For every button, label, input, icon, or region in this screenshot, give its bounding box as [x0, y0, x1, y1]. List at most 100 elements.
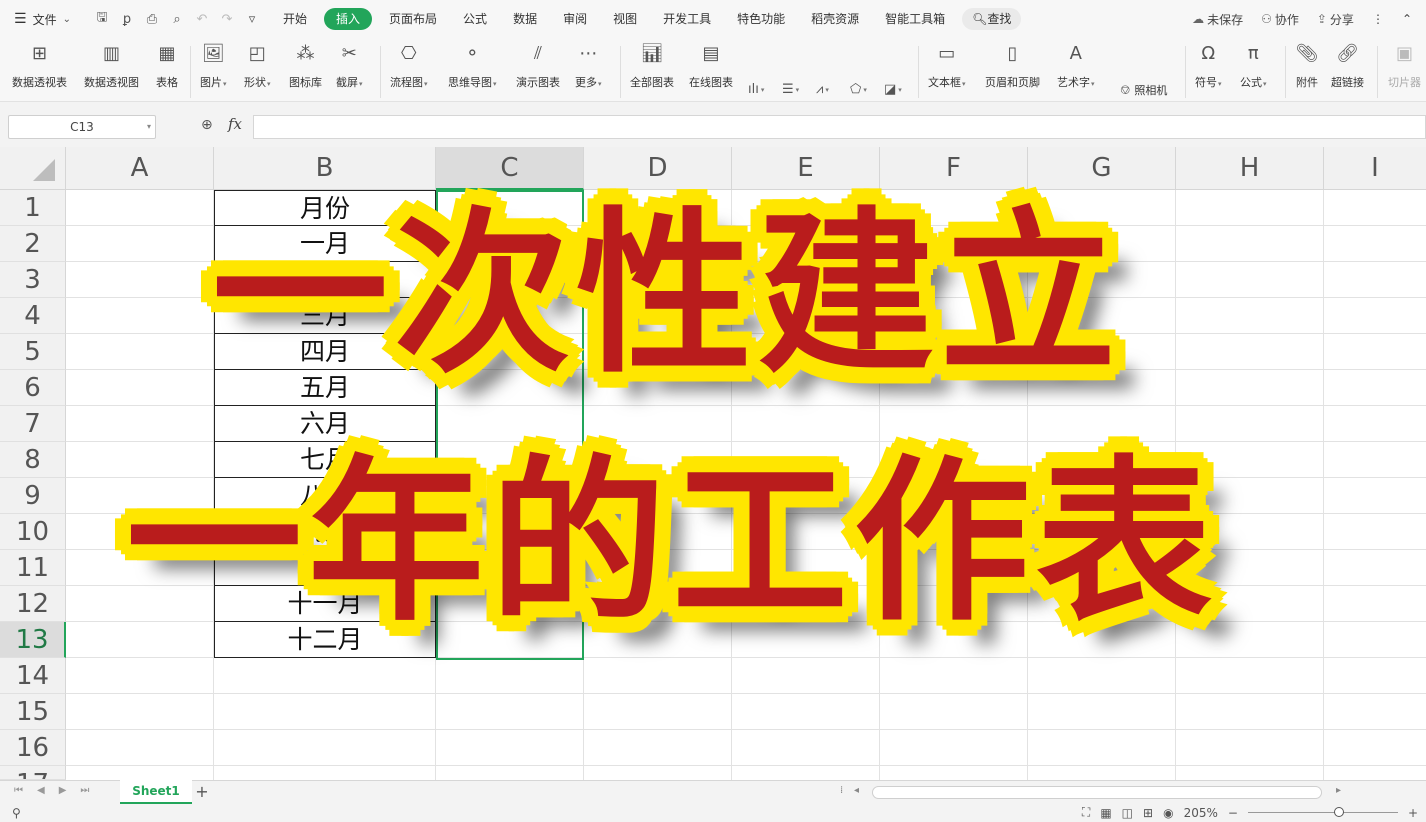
save-icon[interactable]: 🖫	[94, 8, 110, 30]
pivot-table-button[interactable]: ⊞ 数据透视表	[12, 41, 67, 90]
scroll-thumb[interactable]	[872, 786, 1322, 799]
icon-library-button[interactable]: ⁂ 图标库	[289, 41, 322, 90]
row-header-17[interactable]: 17	[0, 766, 66, 780]
row-header-16[interactable]: 16	[0, 730, 66, 766]
file-menu[interactable]: ☰ 文件 ⌄	[0, 11, 82, 28]
row-header-13[interactable]: 13	[0, 622, 66, 658]
row-header-11[interactable]: 11	[0, 550, 66, 586]
unsaved-status[interactable]: ☁ 未保存	[1192, 11, 1243, 28]
table-button[interactable]: ▦ 表格	[155, 41, 179, 90]
row-header-14[interactable]: 14	[0, 658, 66, 694]
horizontal-scrollbar[interactable]: ⁞ ◂ ▸	[840, 785, 1426, 801]
picture-button[interactable]: 🖼︎ 图片▾	[200, 41, 227, 90]
mindmap-button[interactable]: ⚬ 思维导图▾	[448, 41, 497, 90]
fx-button[interactable]: fx	[228, 115, 242, 133]
symbol-button[interactable]: Ω 符号▾	[1195, 41, 1222, 90]
fullscreen-icon[interactable]: ⛶	[1082, 805, 1090, 820]
customize-icon[interactable]: ▿	[244, 12, 260, 27]
tab-view[interactable]: 视图	[600, 8, 650, 30]
row-header-4[interactable]: 4	[0, 298, 66, 334]
prev-sheet-icon[interactable]: ◀	[37, 785, 45, 796]
tab-resources[interactable]: 稻壳资源	[798, 8, 872, 30]
attachment-button[interactable]: 📎︎ 附件	[1295, 41, 1319, 90]
zoom-level[interactable]: 205%	[1184, 806, 1218, 820]
tab-data[interactable]: 数据	[500, 8, 550, 30]
add-sheet-button[interactable]: +	[193, 782, 211, 801]
tab-features[interactable]: 特色功能	[724, 8, 798, 30]
tab-smart-tools[interactable]: 智能工具箱	[872, 8, 958, 30]
formula-button[interactable]: π 公式▾	[1240, 41, 1267, 90]
tab-home[interactable]: 开始	[270, 8, 320, 30]
row-header-2[interactable]: 2	[0, 226, 66, 262]
row-header-5[interactable]: 5	[0, 334, 66, 370]
zoom-formula-icon[interactable]: ⊕	[201, 117, 213, 133]
wordart-button[interactable]: A 艺术字▾	[1057, 41, 1095, 90]
row-header-10[interactable]: 10	[0, 514, 66, 550]
formula-input[interactable]	[253, 115, 1426, 139]
collab-button[interactable]: ⚇ 协作	[1261, 11, 1299, 28]
tab-review[interactable]: 审阅	[550, 8, 600, 30]
online-chart-button[interactable]: ▤ 在线图表	[689, 41, 733, 90]
hyperlink-button[interactable]: 🔗︎ 超链接	[1331, 41, 1364, 90]
row-header-8[interactable]: 8	[0, 442, 66, 478]
zoom-in-icon[interactable]: +	[1408, 806, 1418, 820]
header-footer-button[interactable]: ▯ 页眉和页脚	[985, 41, 1040, 90]
flowchart-button[interactable]: ⎔ 流程图▾	[390, 41, 428, 90]
tab-page-layout[interactable]: 页面布局	[376, 8, 450, 30]
bar-chart-button[interactable]: ☰ ▾	[782, 82, 799, 97]
sheet-tab-sheet1[interactable]: Sheet1	[120, 780, 192, 804]
column-header-h[interactable]: H	[1176, 147, 1324, 190]
slicer-button[interactable]: ▣ 切片器	[1388, 41, 1421, 90]
all-charts-button[interactable]: 📊︎ 全部图表	[630, 41, 674, 90]
zoom-slider[interactable]	[1247, 807, 1398, 817]
scroll-right-icon[interactable]: ▸	[1336, 785, 1341, 796]
column-chart-button[interactable]: ılı ▾	[748, 82, 764, 97]
share-button[interactable]: ⇪ 分享	[1317, 11, 1354, 28]
next-sheet-icon[interactable]: ▶	[59, 785, 67, 796]
more-menu-button[interactable]: ⋮	[1372, 12, 1384, 26]
eye-protect-icon[interactable]: ◉	[1163, 806, 1173, 820]
normal-view-icon[interactable]: ▦	[1100, 806, 1111, 820]
line-chart-button[interactable]: ⩘ ▾	[816, 82, 829, 97]
row-header-3[interactable]: 3	[0, 262, 66, 298]
row-header-6[interactable]: 6	[0, 370, 66, 406]
column-header-a[interactable]: A	[66, 147, 214, 190]
row-header-7[interactable]: 7	[0, 406, 66, 442]
first-sheet-icon[interactable]: ⏮	[14, 785, 23, 796]
more-button[interactable]: ⋯ 更多▾	[575, 41, 602, 90]
quick-access-toolbar: 🖫 ꝑ ⎙ ⌕ ↶ ↷ ▿	[82, 8, 270, 30]
zoom-slider-knob[interactable]	[1333, 807, 1344, 817]
column-header-i[interactable]: I	[1324, 147, 1426, 190]
area-chart-button[interactable]: ◪ ▾	[884, 82, 902, 97]
name-box[interactable]: C13 ▾	[8, 115, 156, 139]
select-all-icon	[33, 159, 55, 181]
autosave-icon[interactable]: ꝑ	[119, 12, 135, 27]
page-layout-view-icon[interactable]: ◫	[1122, 806, 1133, 820]
last-sheet-icon[interactable]: ⏭	[80, 785, 89, 796]
row-header-15[interactable]: 15	[0, 694, 66, 730]
page-break-view-icon[interactable]: ⊞	[1143, 806, 1153, 820]
row-header-1[interactable]: 1	[0, 190, 66, 226]
macro-icon[interactable]: ⚲	[12, 806, 21, 820]
select-all-corner[interactable]	[0, 147, 66, 190]
print-preview-icon[interactable]: ⌕	[169, 12, 185, 27]
collapse-ribbon-button[interactable]: ⌃	[1402, 12, 1412, 26]
search-button[interactable]: 🔍︎查找	[962, 8, 1022, 30]
screenshot-button[interactable]: ✂ 截屏▾	[336, 41, 363, 90]
row-header-9[interactable]: 9	[0, 478, 66, 514]
demo-chart-button[interactable]: ⫽ 演示图表	[516, 41, 560, 90]
row-header-12[interactable]: 12	[0, 586, 66, 622]
pivot-chart-button[interactable]: ▥ 数据透视图	[84, 41, 139, 90]
undo-icon[interactable]: ↶	[194, 12, 210, 27]
zoom-out-icon[interactable]: −	[1228, 806, 1238, 820]
shape-button[interactable]: ◰ 形状▾	[244, 41, 271, 90]
radar-chart-button[interactable]: ⬠ ▾	[850, 82, 867, 97]
tab-insert[interactable]: 插入	[324, 8, 373, 30]
print-icon[interactable]: ⎙	[144, 12, 160, 27]
tab-formulas[interactable]: 公式	[450, 8, 500, 30]
camera-button[interactable]: ⎊ 照相机	[1120, 82, 1167, 98]
scroll-left-icon[interactable]: ◂	[854, 785, 859, 796]
tab-developer[interactable]: 开发工具	[650, 8, 724, 30]
redo-icon[interactable]: ↷	[219, 12, 235, 27]
textbox-button[interactable]: ▭ 文本框▾	[928, 41, 966, 90]
